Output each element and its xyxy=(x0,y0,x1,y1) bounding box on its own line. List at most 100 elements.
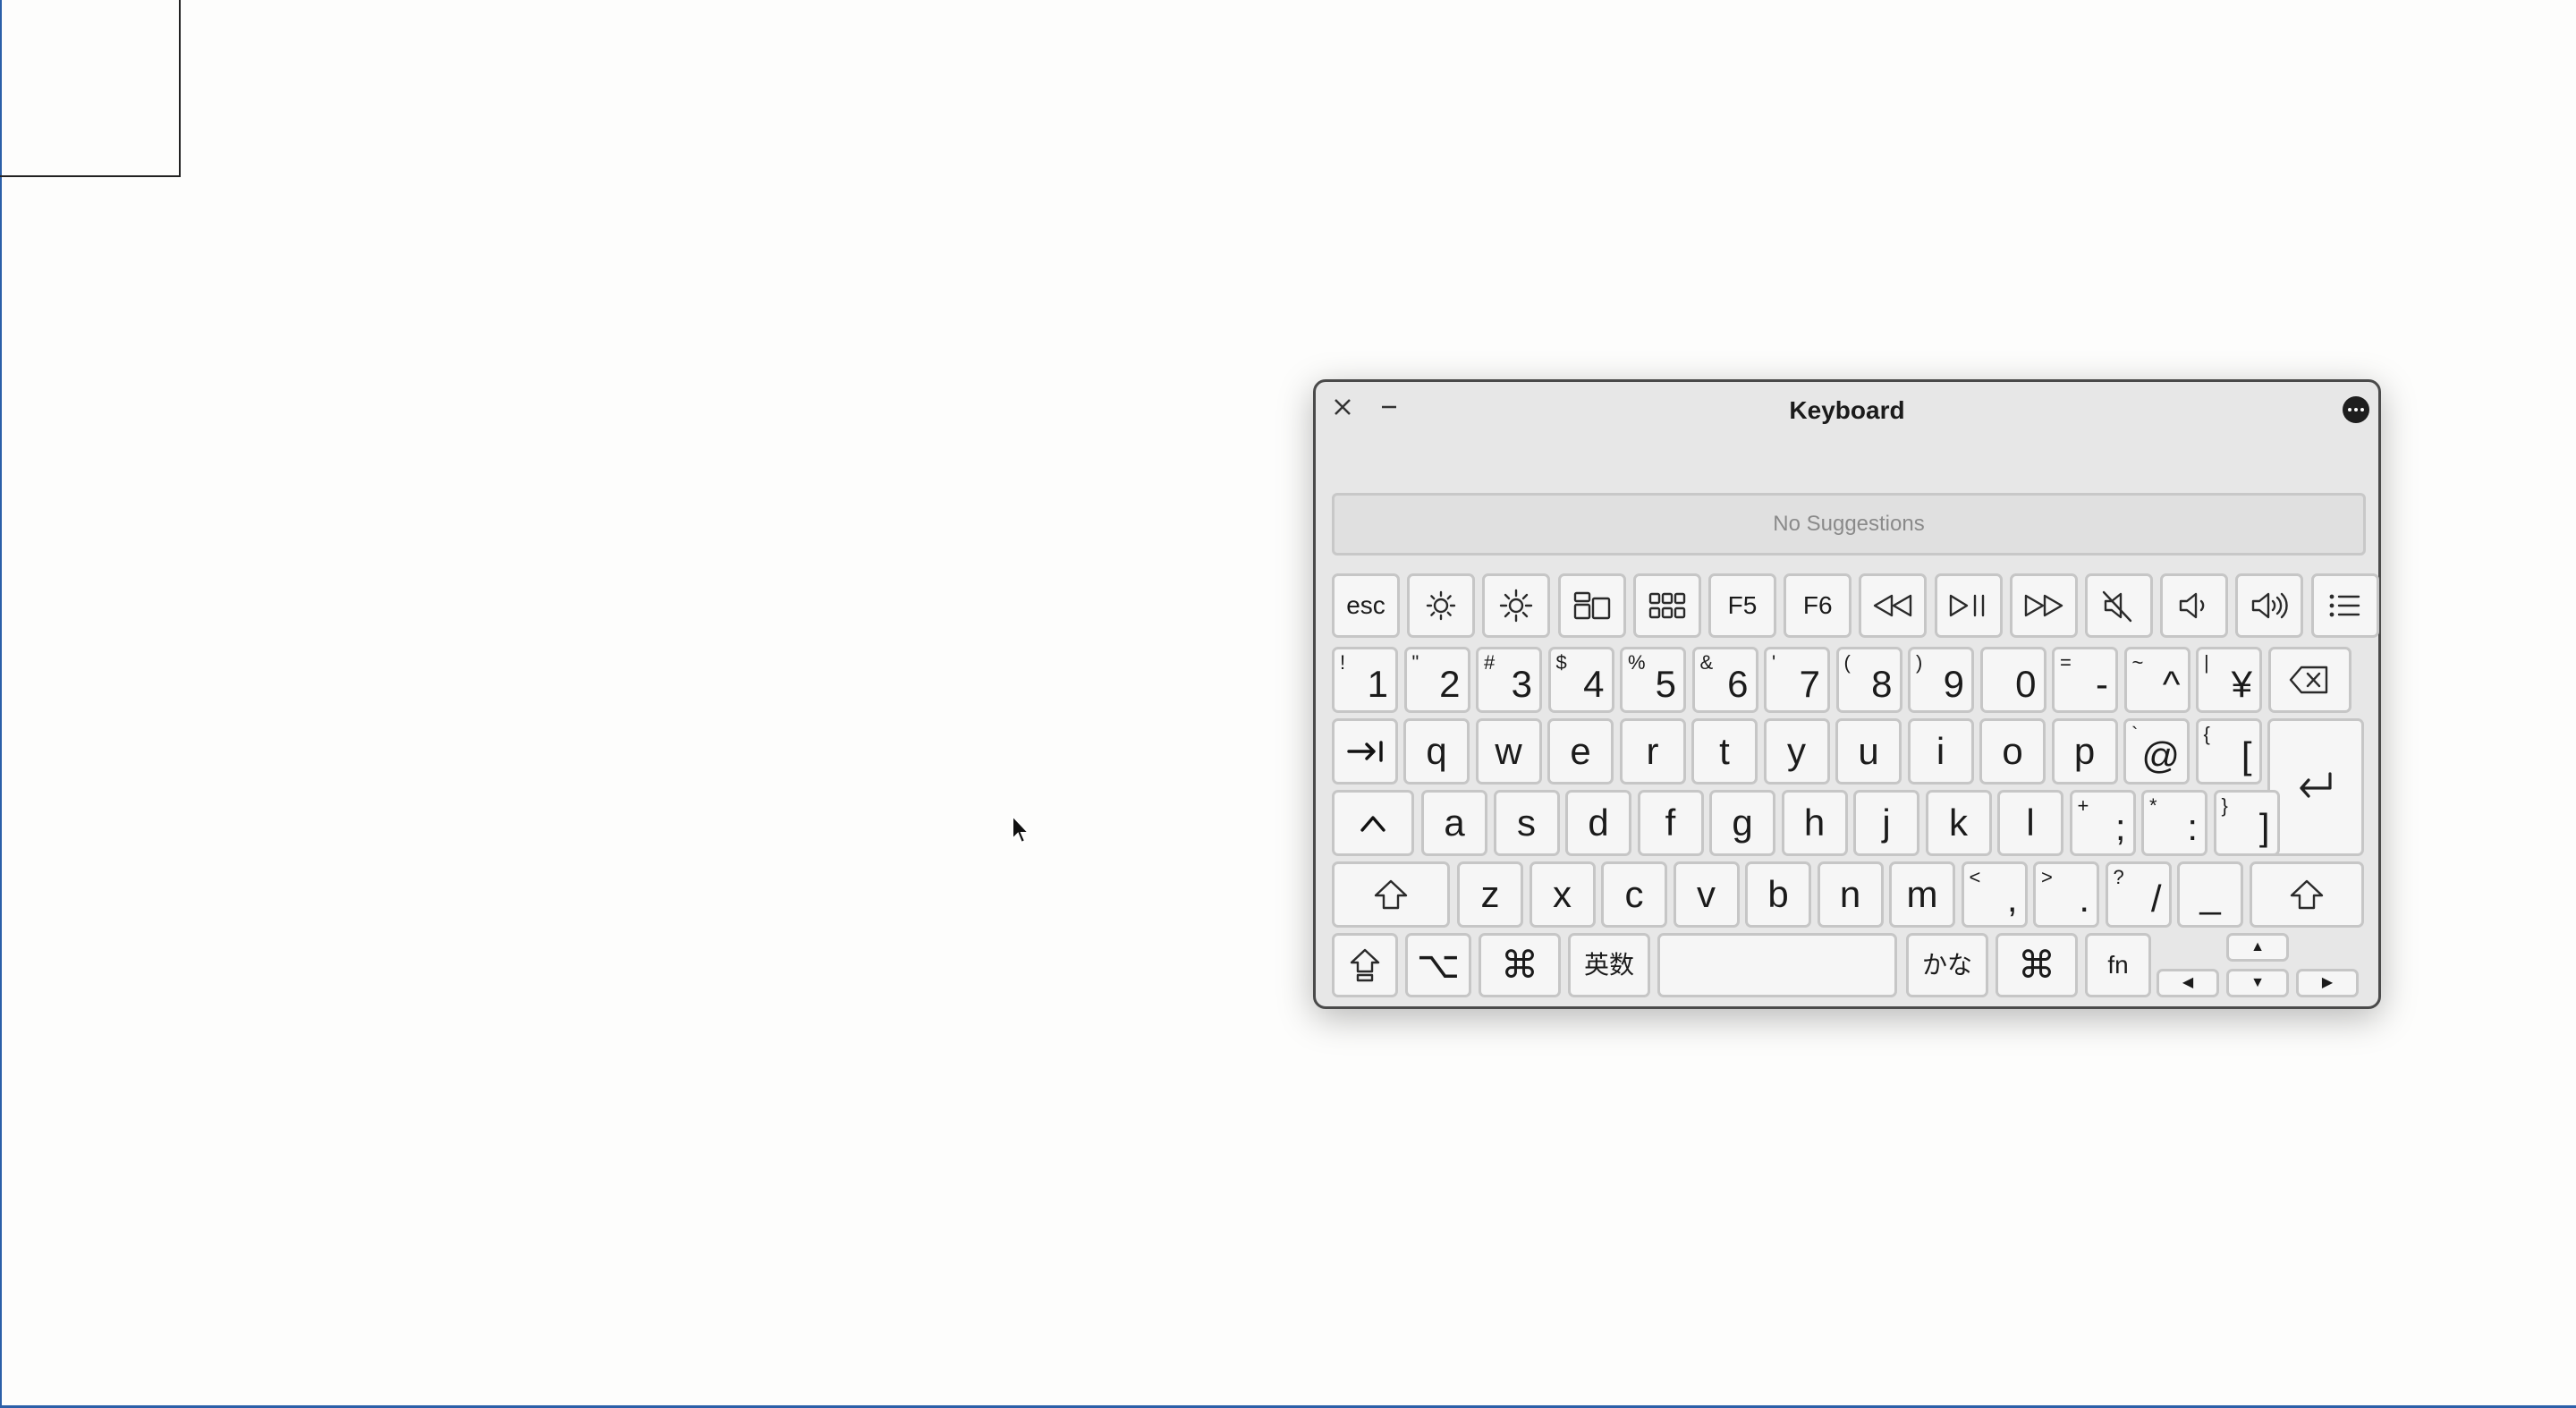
f5-key-label: F5 xyxy=(1727,591,1758,619)
key-0[interactable]: 0 xyxy=(1979,647,2046,713)
key-l[interactable]: l xyxy=(1997,790,2063,856)
f5-key[interactable]: F5 xyxy=(1708,573,1776,638)
key-4[interactable]: 4 $ xyxy=(1547,647,1614,713)
key-caret[interactable]: ^ ~ xyxy=(2123,647,2190,713)
key-yen[interactable]: ¥ | xyxy=(2196,647,2262,713)
key-n[interactable]: n xyxy=(1817,861,1884,928)
key-y-label: y xyxy=(1787,730,1806,772)
tab-key[interactable] xyxy=(1332,718,1398,785)
more-options-icon[interactable] xyxy=(2343,396,2369,423)
key-v[interactable]: v xyxy=(1673,861,1740,928)
key-o[interactable]: o xyxy=(1979,718,2046,785)
command-left-key[interactable]: ⌘ xyxy=(1479,933,1561,997)
brightness-up-key[interactable] xyxy=(1482,573,1551,638)
key-comma[interactable]: , < xyxy=(1961,861,2028,928)
key-5[interactable]: 5% xyxy=(1620,647,1686,713)
key-bracket-right[interactable]: ]} xyxy=(2213,790,2280,856)
key-c[interactable]: c xyxy=(1601,861,1667,928)
key-p[interactable]: p xyxy=(2051,718,2118,785)
key-2[interactable]: 2 " xyxy=(1403,647,1470,713)
key-b[interactable]: b xyxy=(1745,861,1811,928)
key-h[interactable]: h xyxy=(1781,790,1848,856)
key-d[interactable]: d xyxy=(1565,790,1631,856)
key-semicolon-shift-label: + xyxy=(2077,794,2089,817)
key-6[interactable]: 6 & xyxy=(1691,647,1758,713)
control-key[interactable] xyxy=(1332,790,1414,856)
key-4-shift-label: $ xyxy=(1555,651,1567,674)
volume-up-key[interactable] xyxy=(2235,573,2304,638)
key-period[interactable]: . > xyxy=(2033,861,2099,928)
key-i[interactable]: i xyxy=(1907,718,1974,785)
key-7[interactable]: 7 ' xyxy=(1764,647,1830,713)
caps-lock-key[interactable] xyxy=(1332,933,1398,997)
play-pause-key[interactable] xyxy=(1934,573,2003,638)
key-slash[interactable]: /? xyxy=(2105,861,2172,928)
delete-key[interactable] xyxy=(2267,647,2351,713)
key-u[interactable]: u xyxy=(1835,718,1902,785)
command-right-key[interactable]: ⌘ xyxy=(1996,933,2078,997)
key-at[interactable]: @ ` xyxy=(2123,718,2190,785)
mute-key[interactable] xyxy=(2085,573,2153,638)
key-yen-shift-label: | xyxy=(2204,651,2209,674)
shift-left-key[interactable] xyxy=(1332,861,1450,928)
kana-key[interactable]: かな xyxy=(1906,933,1988,997)
arrow-left-key[interactable]: ◀ xyxy=(2157,969,2219,997)
key-f[interactable]: f xyxy=(1637,790,1704,856)
arrow-up-key[interactable]: ▲ xyxy=(2226,933,2289,962)
window-title: Keyboard xyxy=(1789,396,1905,424)
space-key[interactable] xyxy=(1657,933,1897,997)
key-t[interactable]: t xyxy=(1691,718,1758,785)
command-left-key-label: ⌘ xyxy=(1501,944,1538,986)
key-p-label: p xyxy=(2073,730,2096,772)
key-at-shift-label: ` xyxy=(2131,723,2139,745)
key-q[interactable]: q xyxy=(1403,718,1470,785)
f6-key[interactable]: F6 xyxy=(1784,573,1852,638)
option-key[interactable]: ⌥ xyxy=(1405,933,1471,997)
launchpad-key[interactable] xyxy=(1632,573,1701,638)
arrow-right-key[interactable]: ▶ xyxy=(2296,969,2359,997)
key-s[interactable]: s xyxy=(1493,790,1560,856)
key-a[interactable]: a xyxy=(1421,790,1487,856)
control-icon xyxy=(1355,810,1391,835)
key-k[interactable]: k xyxy=(1925,790,1992,856)
key-8[interactable]: 8( xyxy=(1835,647,1902,713)
key-semicolon[interactable]: ; + xyxy=(2069,790,2136,856)
key-caret-label: ^ xyxy=(2162,663,2181,705)
brightness-down-key[interactable] xyxy=(1407,573,1476,638)
fn-key[interactable]: fn xyxy=(2085,933,2151,997)
key-9-shift-label: ) xyxy=(1916,651,1923,674)
volume-down-key[interactable] xyxy=(2160,573,2229,638)
key-z-label: z xyxy=(1480,873,1500,915)
key-w[interactable]: w xyxy=(1475,718,1542,785)
brightness-down-icon xyxy=(1422,587,1460,624)
key-bracket-left[interactable]: [{ xyxy=(2195,718,2262,785)
key-m[interactable]: m xyxy=(1889,861,1955,928)
key-minus[interactable]: - = xyxy=(2052,647,2118,713)
key-3[interactable]: 3 # xyxy=(1476,647,1542,713)
key-y[interactable]: y xyxy=(1763,718,1830,785)
key-9[interactable]: 9) xyxy=(1908,647,1974,713)
key-g[interactable]: g xyxy=(1709,790,1775,856)
key-1[interactable]: 1! xyxy=(1332,647,1398,713)
mouse-cursor-icon xyxy=(1012,814,1031,844)
list-key[interactable] xyxy=(2310,573,2379,638)
mission-control-key[interactable] xyxy=(1557,573,1626,638)
key-colon[interactable]: : * xyxy=(2141,790,2207,856)
fast-forward-key[interactable] xyxy=(2009,573,2078,638)
key-j[interactable]: j xyxy=(1853,790,1919,856)
command-right-key-label: ⌘ xyxy=(2018,944,2055,986)
key-z[interactable]: z xyxy=(1457,861,1523,928)
return-key[interactable] xyxy=(2267,718,2364,856)
key-underscore[interactable]: _ xyxy=(2177,861,2243,928)
key-underscore-label: _ xyxy=(2199,873,2221,915)
esc-key[interactable]: esc xyxy=(1332,573,1400,638)
eisu-key[interactable]: 英数 xyxy=(1568,933,1650,997)
arrow-down-key[interactable]: ▼ xyxy=(2226,969,2289,997)
key-e[interactable]: e xyxy=(1547,718,1614,785)
title-bar[interactable]: Keyboard xyxy=(1316,382,2378,436)
key-x[interactable]: x xyxy=(1529,861,1596,928)
rewind-key[interactable] xyxy=(1859,573,1928,638)
key-r[interactable]: r xyxy=(1619,718,1686,785)
shift-right-key[interactable] xyxy=(2250,861,2364,928)
key-slash-label: / xyxy=(2150,878,2162,920)
